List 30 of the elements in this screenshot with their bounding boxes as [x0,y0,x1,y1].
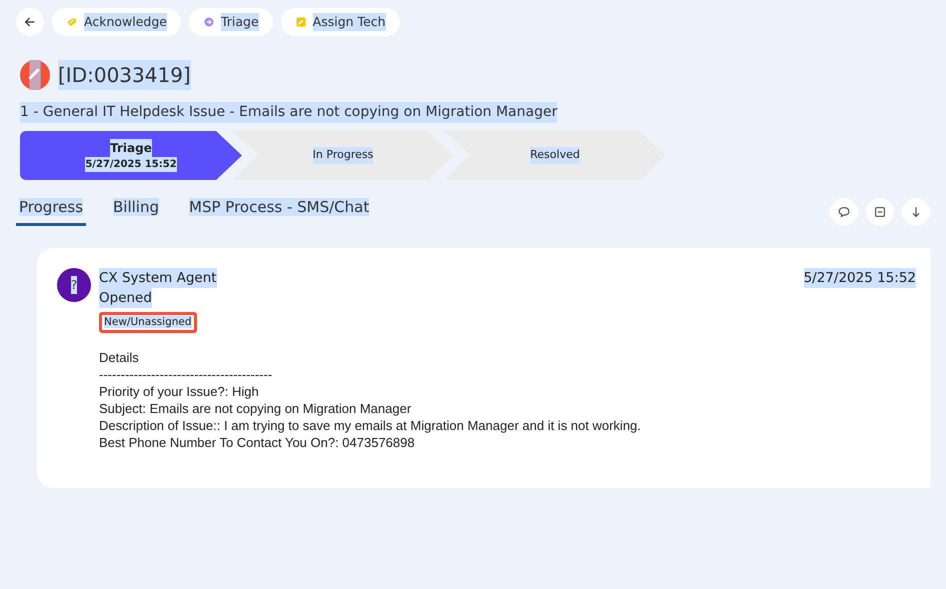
comment-button[interactable] [830,198,858,226]
entry-time: 5/27/2025 15:52 [804,268,916,288]
stage-step[interactable]: In Progress [232,131,454,180]
collapse-icon [873,204,887,218]
detail-line: Best Phone Number To Contact You On?: 0473576898 [99,434,416,452]
avatar: ? [57,268,91,302]
back-icon [23,15,37,29]
detail-line: Description of Issue:: I am trying to save my emails at Migration Manager and it is not working. [99,417,642,434]
download-button[interactable] [902,198,930,226]
status-badge: New/Unassigned [99,312,197,334]
detail-line: ---------------------------------------- [99,366,274,384]
pencil-icon [294,16,307,28]
arrow-circle-icon [202,16,215,28]
tag-icon [66,16,78,28]
acknowledge-button[interactable]: Acknowledge [52,8,181,36]
stage-step[interactable]: Resolved [444,131,666,180]
detail-line: Priority of your Issue?: High [99,383,260,400]
author-name: CX System Agent [99,268,217,288]
detail-line: Details [99,349,140,366]
stage-step[interactable]: Triage 5/27/2025 15:52 [20,131,242,180]
ticket-icon [20,60,50,90]
comment-icon [837,204,851,218]
collapse-button[interactable] [866,198,894,226]
detail-line: Subject: Emails are not copying on Migration Manager [99,400,412,418]
ticket-title: 1 - General IT Helpdesk Issue - Emails are not copying on Migration Manager [20,102,558,123]
assign-button[interactable]: Assign Tech [280,8,400,36]
ticket-id: [ID:0033419] [58,60,191,90]
entry-action: Opened [99,288,152,308]
triage-button[interactable]: Triage [188,8,273,36]
back-button[interactable] [16,8,44,36]
